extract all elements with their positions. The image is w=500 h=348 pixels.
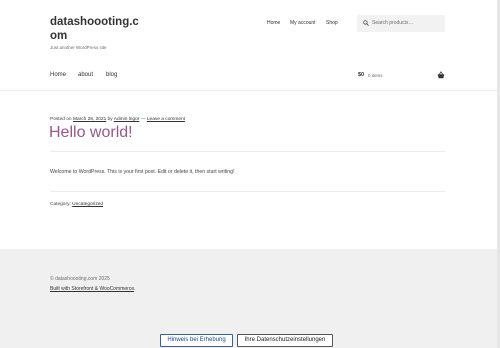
cart-amount[interactable]: $0	[358, 72, 364, 78]
main-nav-home[interactable]: Home	[50, 72, 66, 78]
top-nav-shop[interactable]: Shop	[326, 20, 338, 26]
post-content: Welcome to WordPress. This is your first…	[50, 169, 235, 175]
leave-comment-link[interactable]: Leave a comment	[147, 117, 185, 122]
footer-credit: Built with Storefront & WooCommerce.	[50, 286, 136, 292]
footer-copyright: © datashoooting.com 2025	[50, 276, 110, 282]
main-nav-about[interactable]: about	[78, 72, 93, 78]
product-search[interactable]: Search products…	[357, 15, 445, 32]
post-meta: Posted on March 28, 2021 by Admin lngor …	[50, 117, 185, 122]
title-divider	[50, 151, 445, 152]
category-prefix: Category:	[50, 202, 71, 207]
header-divider	[0, 90, 500, 91]
category-link[interactable]: Uncategorized	[72, 202, 103, 207]
post-category: Category: Uncategorized	[50, 202, 103, 207]
post-meta-by: by	[107, 117, 113, 122]
post-date-link[interactable]: March 28, 2021	[73, 117, 106, 122]
search-icon	[363, 20, 369, 26]
site-title[interactable]: datashoooting.com	[50, 15, 145, 43]
top-nav-home[interactable]: Home	[267, 20, 280, 26]
post-meta-prefix: Posted on	[50, 117, 72, 122]
consent-notice-button[interactable]: Hinweis bei Erhebung	[160, 334, 233, 347]
post-title[interactable]: Hello world!	[49, 124, 133, 142]
search-input[interactable]: Search products…	[372, 20, 413, 26]
site-tagline: Just another WordPress site	[50, 45, 107, 50]
basket-icon[interactable]	[437, 71, 445, 79]
main-nav-blog[interactable]: blog	[106, 72, 117, 78]
privacy-settings-button[interactable]: Ihre Datenschutzeinstellungen	[237, 334, 333, 347]
post-author-link[interactable]: Admin lngor	[114, 117, 140, 122]
post-meta-dash: —	[140, 117, 146, 122]
top-nav-my-account[interactable]: My account	[290, 20, 316, 26]
storefront-woocommerce-link[interactable]: Built with Storefront & WooCommerce	[50, 286, 134, 292]
content-divider	[50, 191, 445, 192]
footer-credit-suffix: .	[134, 286, 136, 292]
cart-item-count[interactable]: 0 items	[368, 73, 383, 78]
